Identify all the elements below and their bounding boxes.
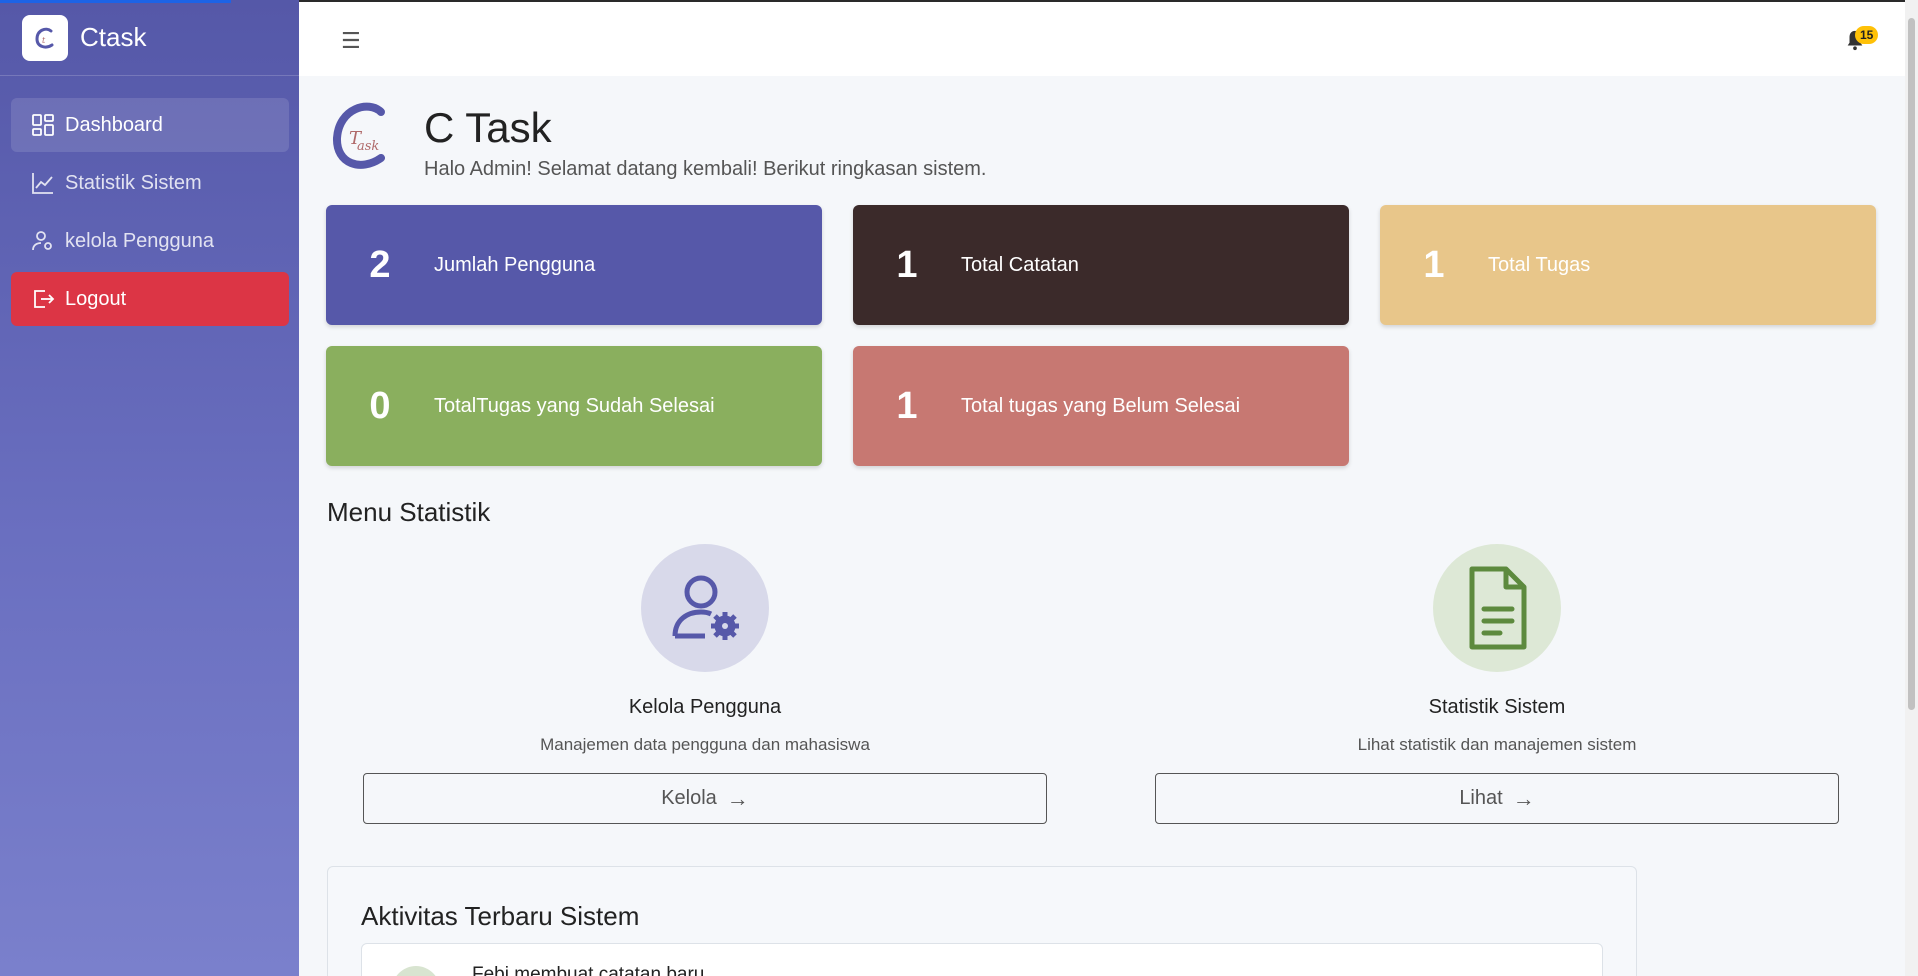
- stat-value: 1: [896, 243, 918, 286]
- activity-title: Aktivitas Terbaru Sistem: [361, 901, 640, 931]
- button-label: Kelola: [661, 787, 717, 809]
- stat-card-tugas-selesai[interactable]: 0 TotalTugas yang Sudah Selesai: [326, 346, 822, 466]
- hamburger-icon[interactable]: ☰: [341, 28, 361, 54]
- menu-card-desc: Lihat statistik dan manajemen sistem: [1357, 735, 1637, 754]
- stat-card-total-catatan[interactable]: 1 Total Catatan: [853, 205, 1349, 325]
- brand[interactable]: t Ctask: [0, 0, 299, 76]
- stat-value: 1: [1423, 243, 1445, 286]
- stat-value: 0: [369, 384, 391, 427]
- stat-card-total-tugas[interactable]: 1 Total Tugas: [1380, 205, 1876, 325]
- svg-text:ask: ask: [357, 139, 379, 154]
- menu-icon-circle: [1433, 544, 1561, 672]
- ctask-logo-icon: T ask: [332, 102, 385, 169]
- sidebar-item-label: kelola Pengguna: [65, 229, 215, 252]
- stat-label: Total tugas yang Belum Selesai: [961, 394, 1241, 417]
- stat-label: Total Tugas: [1488, 253, 1591, 276]
- sidebar-item-label: Dashboard: [65, 113, 163, 136]
- logout-button[interactable]: Logout: [11, 272, 289, 326]
- sidebar-item-kelola-pengguna[interactable]: kelola Pengguna: [11, 214, 289, 268]
- page-header: T ask C Task Halo Admin! Selamat datang …: [331, 98, 987, 181]
- stat-label: TotalTugas yang Sudah Selesai: [434, 394, 715, 417]
- lihat-button[interactable]: Lihat →: [1155, 773, 1839, 824]
- loading-bar: [0, 0, 231, 3]
- button-label: Lihat: [1459, 787, 1503, 809]
- menu-card-title: Kelola Pengguna: [628, 696, 782, 718]
- notification-badge: 15: [1855, 26, 1879, 44]
- topbar: ☰ 15: [299, 0, 1907, 76]
- sidebar-item-label: Statistik Sistem: [65, 171, 202, 194]
- dashboard-icon: [32, 114, 54, 136]
- sidebar-nav: Dashboard Statistik Sistem kelola Penggu…: [0, 76, 299, 326]
- activity-text: Febi membuat catatan baru: [472, 964, 705, 976]
- arrow-right-icon: →: [1512, 785, 1535, 811]
- sidebar-item-label: Logout: [65, 287, 127, 310]
- user-gear-icon: [32, 231, 52, 251]
- scrollbar-thumb[interactable]: [1908, 18, 1915, 710]
- stat-card-jumlah-pengguna[interactable]: 2 Jumlah Pengguna: [326, 205, 822, 325]
- brand-logo-icon: t: [22, 14, 68, 61]
- user-gear-icon: [672, 575, 739, 640]
- sidebar-item-dashboard[interactable]: Dashboard: [11, 98, 289, 152]
- activity-item[interactable]: Febi membuat catatan baru: [361, 943, 1603, 976]
- main-content: T ask C Task Halo Admin! Selamat datang …: [299, 76, 1905, 976]
- stat-label: Total Catatan: [961, 253, 1079, 276]
- menu-card-kelola-pengguna: Kelola Pengguna Manajemen data pengguna …: [363, 544, 1047, 824]
- scrollbar[interactable]: [1905, 0, 1918, 976]
- sidebar: t Ctask Dashboard Statistik Sistem kelol…: [0, 0, 299, 976]
- brand-name: Ctask: [80, 22, 147, 52]
- sidebar-item-statistik[interactable]: Statistik Sistem: [11, 156, 289, 210]
- kelola-button[interactable]: Kelola →: [363, 773, 1047, 824]
- chart-line-icon: [32, 173, 53, 194]
- arrow-right-icon: →: [726, 785, 749, 811]
- stat-label: Jumlah Pengguna: [434, 253, 596, 276]
- page-subtitle: Halo Admin! Selamat datang kembali! Beri…: [424, 158, 987, 180]
- menu-card-statistik-sistem: Statistik Sistem Lihat statistik dan man…: [1155, 544, 1839, 824]
- document-icon: [1469, 566, 1527, 650]
- stat-value: 2: [369, 243, 391, 286]
- page-title: C Task: [424, 104, 552, 151]
- stat-card-tugas-belum-selesai[interactable]: 1 Total tugas yang Belum Selesai: [853, 346, 1349, 466]
- svg-text:t: t: [42, 36, 46, 45]
- stat-value: 1: [896, 384, 918, 427]
- avatar: [392, 966, 440, 976]
- menu-icon-circle: [641, 544, 769, 672]
- activity-panel: Aktivitas Terbaru Sistem Febi membuat ca…: [327, 866, 1637, 976]
- section-title-menu-statistik: Menu Statistik: [327, 497, 491, 527]
- logout-icon: [34, 290, 55, 308]
- menu-card-desc: Manajemen data pengguna dan mahasiswa: [540, 735, 870, 754]
- menu-card-title: Statistik Sistem: [1428, 696, 1566, 718]
